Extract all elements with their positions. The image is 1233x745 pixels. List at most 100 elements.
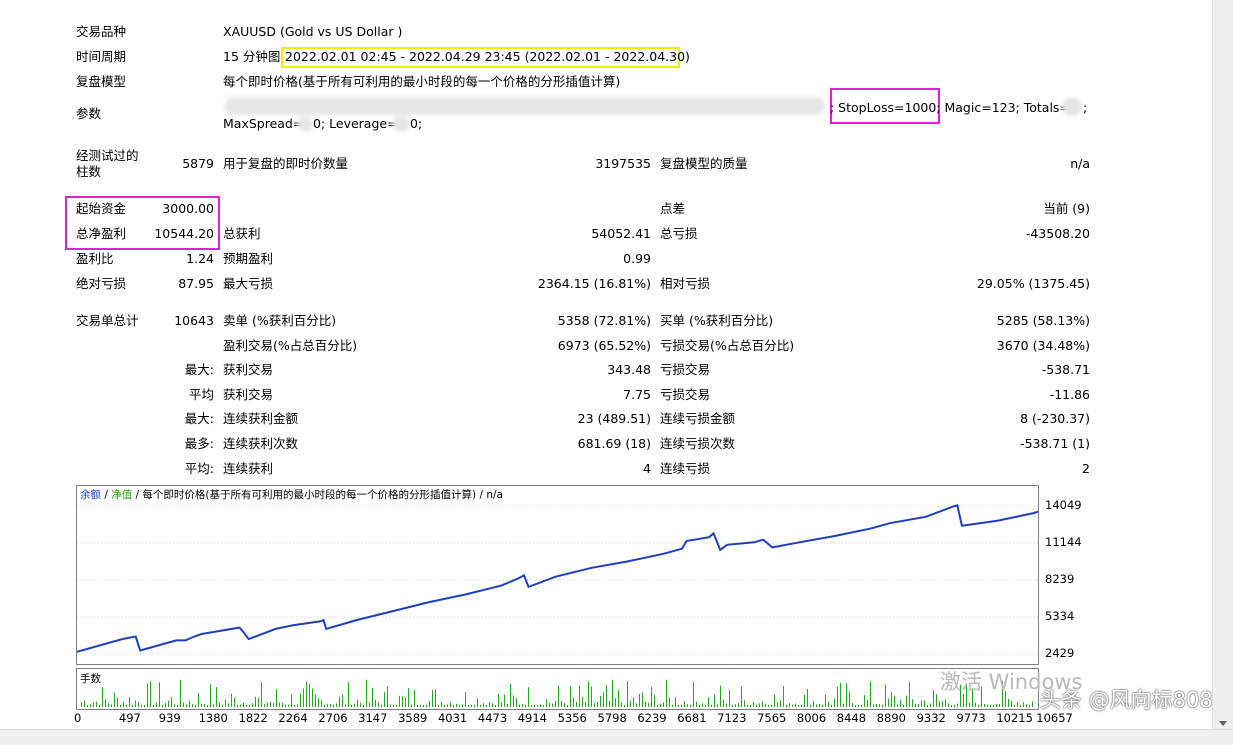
volume-bar <box>513 695 514 707</box>
volume-bar <box>336 703 337 707</box>
x-tick-label: 9332 <box>916 711 946 725</box>
volume-bar <box>294 704 295 707</box>
volume-bar <box>714 694 715 707</box>
volume-bar <box>441 701 442 707</box>
largest-profit-label: 获利交易 <box>223 362 274 377</box>
volume-bar <box>507 703 508 707</box>
most-consec-loss-label: 连续亏损次数 <box>660 436 736 451</box>
volume-bar <box>840 682 841 707</box>
bars-label: 经测试过的柱数 <box>76 148 139 179</box>
volume-bar <box>87 704 88 707</box>
volume-bar <box>1026 704 1027 707</box>
spread-value: 当前 (9) <box>1043 201 1090 216</box>
volume-bar <box>225 699 226 707</box>
volume-bar <box>822 704 823 707</box>
vertical-scrollbar[interactable] <box>1212 0 1233 730</box>
volume-bar <box>810 704 811 707</box>
volume-bar <box>672 704 673 707</box>
volume-bar <box>558 685 559 707</box>
volume-bar <box>90 704 91 707</box>
volume-bar <box>537 704 538 707</box>
volume-bar <box>993 704 994 707</box>
volume-bar <box>534 704 535 707</box>
volume-bar <box>126 704 127 707</box>
x-tick-label: 3589 <box>398 711 428 725</box>
volume-bar <box>855 704 856 707</box>
volume-bar <box>144 704 145 707</box>
params-label: 参数 <box>76 106 102 121</box>
volume-bar <box>93 702 94 707</box>
volume-bar <box>312 688 313 707</box>
volume-bar <box>765 704 766 707</box>
volume-bar <box>525 704 526 707</box>
volume-bar <box>387 686 388 707</box>
volume-bar <box>135 700 136 707</box>
volume-bar <box>849 691 850 707</box>
volume-bar <box>654 695 655 707</box>
volume-bar <box>447 704 448 707</box>
volume-bar <box>741 686 742 707</box>
scroll-down-arrow-icon[interactable] <box>1219 721 1227 726</box>
x-tick-label: 1822 <box>238 711 268 725</box>
volume-bar <box>450 701 451 707</box>
volume-bar <box>423 704 424 707</box>
volume-bar <box>642 692 643 707</box>
volume-bar <box>648 702 649 707</box>
volume-bar <box>402 696 403 707</box>
volume-bar <box>132 704 133 707</box>
volume-bar <box>510 684 511 707</box>
volume-bar <box>699 704 700 707</box>
most-consec-profit-label: 连续获利次数 <box>223 436 299 451</box>
volume-bar <box>645 701 646 707</box>
volume-bar <box>114 692 115 707</box>
volume-bar <box>738 703 739 707</box>
volume-bar <box>708 697 709 707</box>
volume-bar <box>102 687 103 707</box>
volume-bar <box>624 704 625 707</box>
volume-bar <box>798 704 799 707</box>
x-tick-label: 8448 <box>836 711 867 725</box>
volume-bar <box>477 698 478 707</box>
volume-bar <box>216 687 217 707</box>
volume-bar <box>720 685 721 707</box>
redacted-maxspread <box>297 116 313 132</box>
volume-bar <box>882 704 883 707</box>
volume-bar <box>744 700 745 707</box>
profit-trades-label: 盈利交易(%占总百分比) <box>223 338 358 353</box>
volume-bar <box>621 702 622 707</box>
volume-bar <box>1020 704 1021 707</box>
period-label: 时间周期 <box>76 49 127 64</box>
y-tick-label: 5334 <box>1045 609 1075 623</box>
volume-bar <box>246 704 247 707</box>
profit-trades-value: 6973 (65.52%) <box>557 338 651 353</box>
volume-bar <box>753 702 754 707</box>
volume-bar <box>582 696 583 707</box>
volume-bar <box>678 704 679 707</box>
y-tick-label: 11144 <box>1045 535 1082 549</box>
x-tick-label: 8890 <box>876 711 906 725</box>
volume-bar <box>951 704 952 707</box>
volume-bar <box>606 685 607 707</box>
volume-bar <box>888 698 889 707</box>
symbol-value: XAUUSD (Gold vs US Dollar ) <box>223 24 403 39</box>
loss-trades-value: 3670 (34.48%) <box>996 338 1090 353</box>
volume-bar <box>384 692 385 707</box>
volume-bar <box>1032 701 1033 707</box>
volume-bar <box>774 694 775 707</box>
abs-drawdown-value: 87.95 <box>178 276 214 291</box>
volume-bar <box>489 702 490 707</box>
avg-consec-losses-label: 连续亏损 <box>660 461 711 476</box>
volume-bar <box>747 704 748 707</box>
volume-bar <box>819 703 820 707</box>
x-tick-label: 6681 <box>677 711 707 725</box>
volume-bar <box>969 702 970 707</box>
avg-loss-value: -11.86 <box>1049 387 1090 402</box>
y-tick-label: 14049 <box>1045 498 1082 512</box>
volume-bar <box>429 700 430 707</box>
volume-bar <box>627 681 628 707</box>
volume-bar <box>846 682 847 707</box>
volume-bar <box>540 704 541 707</box>
volume-bar <box>576 701 577 707</box>
x-tick-label: 5356 <box>557 711 587 725</box>
volume-bar <box>990 704 991 707</box>
